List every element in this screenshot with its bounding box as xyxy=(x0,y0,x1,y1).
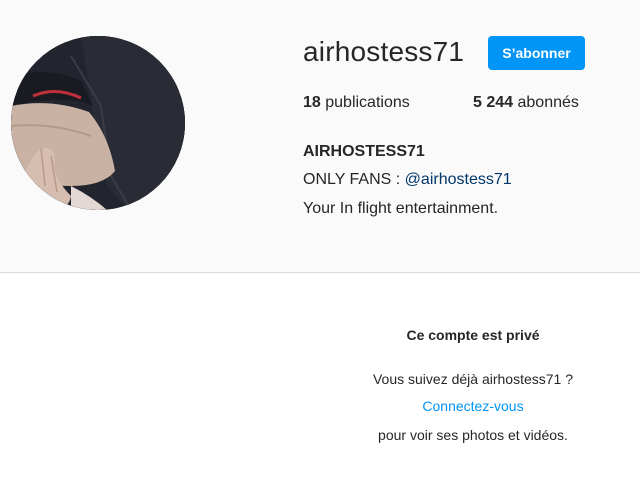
follow-button[interactable]: S’abonner xyxy=(488,36,585,70)
bio-mention-link[interactable]: @airhostess71 xyxy=(405,171,512,188)
private-account-title: Ce compte est privé xyxy=(406,327,540,343)
profile-avatar[interactable] xyxy=(11,36,185,210)
avatar-image xyxy=(11,36,185,210)
bio-line-1: ONLY FANS : @airhostess71 xyxy=(303,171,512,189)
followers-label: abonnés xyxy=(517,94,579,111)
private-account-question: Vous suivez déjà airhostess71 ? xyxy=(372,371,573,387)
login-link[interactable]: Connectez-vous xyxy=(303,398,640,414)
followers-stat[interactable]: 5 244 abonnés xyxy=(473,94,579,112)
profile-username: airhostess71 xyxy=(303,36,465,67)
bio-line-2: Your In flight entertainment. xyxy=(303,200,499,217)
profile-full-name: AIRHOSTESS71 xyxy=(303,143,425,160)
private-account-subtitle: pour voir ses photos et vidéos. xyxy=(378,427,568,443)
profile-header: airhostess71 S’abonner 18 publications 5… xyxy=(0,0,640,273)
posts-label: publications xyxy=(325,94,410,111)
posts-count: 18 xyxy=(303,94,321,111)
posts-stat[interactable]: 18 publications xyxy=(303,94,410,112)
followers-count: 5 244 xyxy=(473,94,514,111)
bio-prefix: ONLY FANS : xyxy=(303,171,405,188)
